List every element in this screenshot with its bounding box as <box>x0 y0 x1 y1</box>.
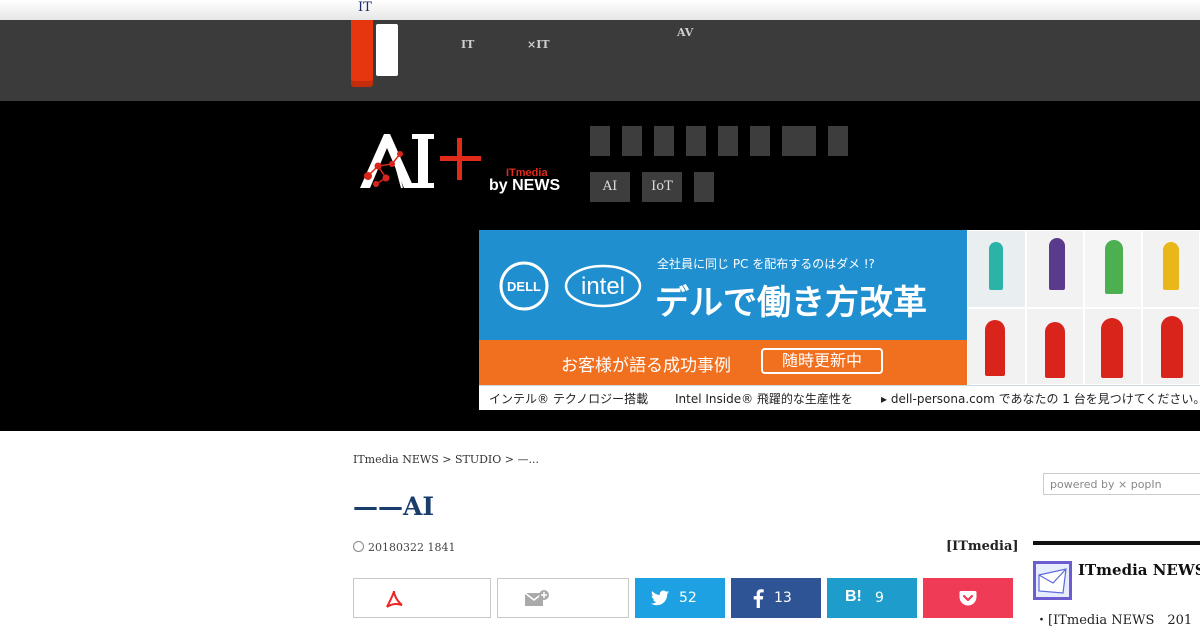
popin-badge[interactable]: powered by ⨯ popIn <box>1043 473 1200 495</box>
article-date-text: 20180322 1841 <box>368 541 456 554</box>
site-nav-item-4[interactable] <box>686 126 706 156</box>
sidebar-title: ITmedia NEWS <box>1078 561 1200 579</box>
article-byline: [ITmedia] <box>946 539 1019 554</box>
ad-headline-small: 全社員に同じ PC を配布するのはダメ !? <box>657 257 875 271</box>
hatena-bookmark-button[interactable]: B! 9 <box>827 578 917 618</box>
sidebar-list-item[interactable]: ・[ITmedia NEWS 201 <box>1035 609 1192 628</box>
global-nav: IT ×IT AV <box>0 20 1200 101</box>
ad-bottom-right: ▸ dell-persona.com であなたの 1 台を見つけてください。 <box>881 392 1200 406</box>
mail-button[interactable] <box>497 578 629 618</box>
twitter-count: 52 <box>679 590 697 606</box>
hatena-count: 9 <box>875 590 884 606</box>
breadcrumb-separator: > <box>504 453 514 466</box>
dell-logo: DELL <box>499 261 549 311</box>
ad-orange-button[interactable]: 随時更新中 <box>761 348 883 374</box>
site-nav-item-1[interactable] <box>590 126 610 156</box>
clock-icon <box>353 541 364 552</box>
newsletter-envelope-icon <box>1033 561 1072 600</box>
by-news-wordmark: by NEWS <box>489 177 560 194</box>
svg-text:DELL: DELL <box>507 279 541 294</box>
breadcrumb-item-itmedia-news[interactable]: ITmedia NEWS <box>353 453 439 466</box>
site-nav-item-8[interactable] <box>828 126 848 156</box>
breadcrumb-item-current: —... <box>517 453 540 466</box>
facebook-count: 13 <box>774 590 792 606</box>
pocket-button[interactable] <box>923 578 1013 618</box>
intel-logo: intel <box>564 264 642 308</box>
pdf-button[interactable] <box>353 578 491 618</box>
twitter-icon <box>651 590 669 606</box>
hatena-icon: B! <box>845 588 862 605</box>
ad-photo-collage <box>967 230 1200 385</box>
ad-bottom-mid: Intel Inside® 飛躍的な生産性を <box>675 392 853 406</box>
svg-text:intel: intel <box>581 273 625 300</box>
top-strip-label[interactable]: IT <box>358 0 372 15</box>
dell-ad-banner[interactable]: DELL intel 全社員に同じ PC を配布するのはダメ !? デルで働き方… <box>479 230 1200 410</box>
mail-add-icon <box>524 590 549 606</box>
global-nav-link-3[interactable]: AV <box>677 27 699 51</box>
ad-bottom-left: インテル® テクノロジー搭載 <box>489 392 649 406</box>
site-nav-item-3[interactable] <box>654 126 674 156</box>
site-header: ITmedia by NEWS AI IoT DELL intel 全社員に同じ… <box>0 101 1200 431</box>
site-nav-item-7[interactable] <box>782 126 816 156</box>
itmedia-logo-red-bar[interactable] <box>351 20 373 87</box>
site-nav-item-2[interactable] <box>622 126 642 156</box>
ai-plus-logo[interactable]: ITmedia by NEWS <box>356 128 566 198</box>
site-nav-item-6[interactable] <box>750 126 770 156</box>
breadcrumb-item-studio[interactable]: STUDIO <box>455 453 501 466</box>
site-nav-ai[interactable]: AI <box>590 172 630 202</box>
twitter-share-button[interactable]: 52 <box>635 578 725 618</box>
breadcrumb: ITmedia NEWS > STUDIO > —... <box>353 453 539 466</box>
breadcrumb-separator: > <box>442 453 452 466</box>
pocket-icon <box>959 591 977 606</box>
global-nav-link-1[interactable]: IT <box>461 27 483 51</box>
facebook-share-button[interactable]: 13 <box>731 578 821 618</box>
ai-plus-logo-mark: ITmedia by NEWS <box>360 134 560 194</box>
global-nav-link-2[interactable]: ×IT <box>527 27 550 51</box>
ad-bottom-bar: インテル® テクノロジー搭載 Intel Inside® 飛躍的な生産性を ▸ … <box>479 385 1200 410</box>
ad-orange-text: お客様が語る成功事例 <box>561 356 731 376</box>
ad-orange-band: お客様が語る成功事例 随時更新中 <box>479 340 969 385</box>
site-nav-item-more[interactable] <box>694 172 714 202</box>
itmedia-logo-white-bar[interactable] <box>376 24 398 76</box>
ad-headline-large: デルで働き方改革 <box>655 283 927 323</box>
sidebar-divider <box>1033 541 1200 545</box>
top-strip: IT <box>0 0 1200 20</box>
site-nav-iot[interactable]: IoT <box>642 172 682 202</box>
facebook-icon <box>753 589 764 608</box>
page-title: ——AI <box>353 492 435 521</box>
adobe-pdf-icon <box>386 590 403 608</box>
article-date: 20180322 1841 <box>353 541 455 554</box>
site-nav-item-5[interactable] <box>718 126 738 156</box>
